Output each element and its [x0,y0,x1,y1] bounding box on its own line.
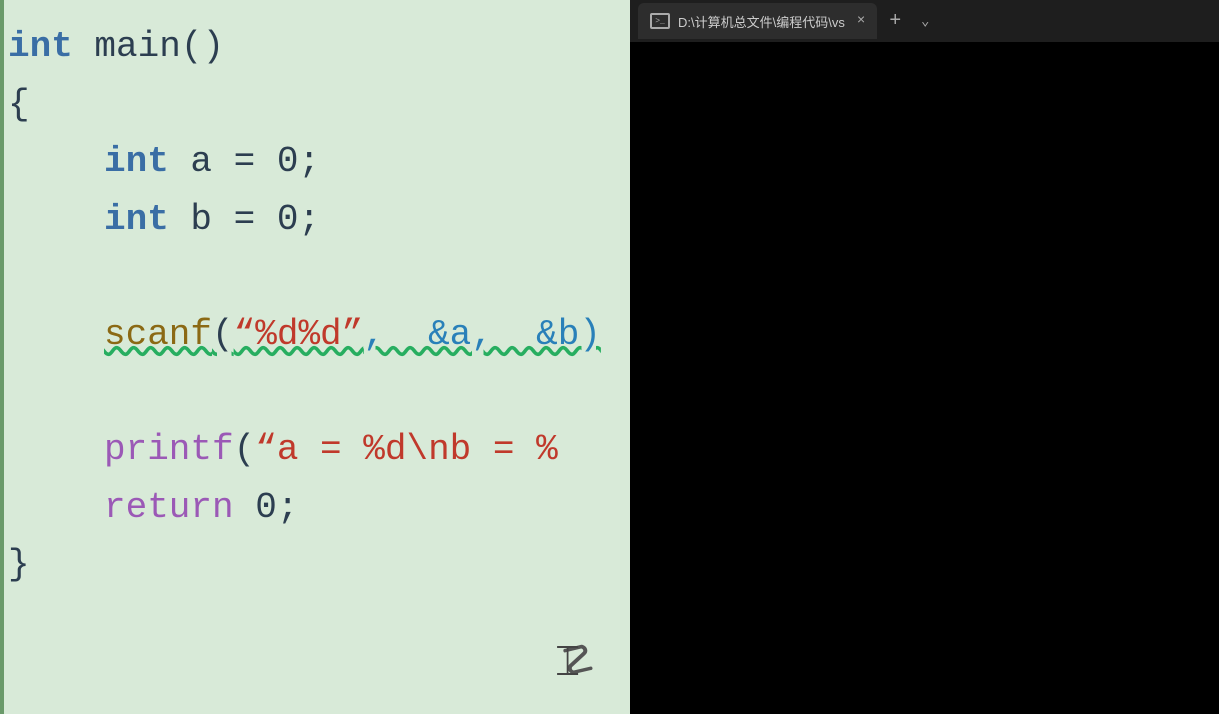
code-content: int main() { int a = 0; int b = 0; scanf… [0,10,630,602]
terminal-dropdown-button[interactable]: ⌄ [913,7,937,35]
code-line-2: { [8,76,610,134]
scanf-string: “%d%d” [234,306,364,364]
function-scanf: scanf [104,306,212,364]
printf-string: “a = %d\nb = % [255,421,557,479]
terminal-add-button[interactable]: + [881,7,909,35]
terminal-panel: >_ D:\计算机总文件\编程代码\vs × + ⌄ [630,0,1219,714]
code-line-6: printf(“a = %d\nb = % [8,421,610,479]
code-line-3: int a = 0; [8,133,610,191]
terminal-tab-title: D:\计算机总文件\编程代码\vs [678,12,845,31]
code-line-empty2 [8,364,610,422]
code-line-4: int b = 0; [8,191,610,249]
keyword-return: return [104,479,234,537]
code-editor: int main() { int a = 0; int b = 0; scanf… [0,0,630,714]
function-main: main [94,18,180,76]
terminal-icon: >_ [650,13,670,29]
terminal-close-button[interactable]: × [857,14,865,28]
code-line-5: scanf(“%d%d”, &a, &b) [8,306,610,364]
code-line-1: int main() [8,18,610,76]
keyword-int-b: int [104,191,169,249]
code-line-7: return 0; [8,479,610,537]
terminal-tab-bar: >_ D:\计算机总文件\编程代码\vs × + ⌄ [630,0,1219,42]
terminal-body [630,42,1219,714]
code-line-8: } [8,536,610,594]
i-beam-cursor: ⌶ [555,638,580,686]
function-printf: printf [104,421,234,479]
terminal-tab[interactable]: >_ D:\计算机总文件\编程代码\vs × [638,3,877,39]
keyword-int-a: int [104,133,169,191]
keyword-int: int [8,18,73,76]
code-line-empty1 [8,248,610,306]
